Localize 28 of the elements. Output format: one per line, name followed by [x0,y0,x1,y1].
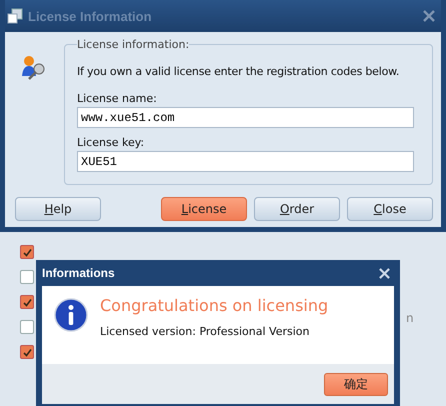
dialog-button[interactable]: License [161,197,247,221]
dialog-title: Informations [42,266,115,280]
window-icon [7,8,23,24]
dialog-button[interactable]: Order [254,197,340,221]
group-legend: License information: [77,38,190,51]
field-label: License key: [77,136,146,149]
checkbox[interactable] [20,345,34,359]
checkbox[interactable] [20,270,34,284]
dialog-button[interactable]: Help [15,197,101,221]
info-icon [54,298,88,332]
checkbox[interactable] [20,245,34,259]
dialog-button[interactable]: Close [347,197,433,221]
ok-button[interactable]: 确定 [324,372,388,396]
option-label: n [406,311,414,327]
check-icon [22,298,32,306]
checkbox[interactable] [20,320,34,334]
input-field[interactable]: www.xue51.com [77,107,414,128]
dialog-heading: Congratulations on licensing [100,296,328,315]
window-title: License Information [28,8,153,24]
intro-text: If you own a valid license enter the registration codes below. [77,65,400,78]
user-key-icon [20,54,46,80]
dialog-message: Licensed version: Professional Version [100,325,310,338]
close-icon[interactable] [423,10,435,22]
check-icon [22,248,32,256]
checkbox[interactable] [20,295,34,309]
input-field[interactable]: XUE51 [77,151,414,172]
check-icon [22,348,32,356]
field-label: License name: [77,92,158,105]
